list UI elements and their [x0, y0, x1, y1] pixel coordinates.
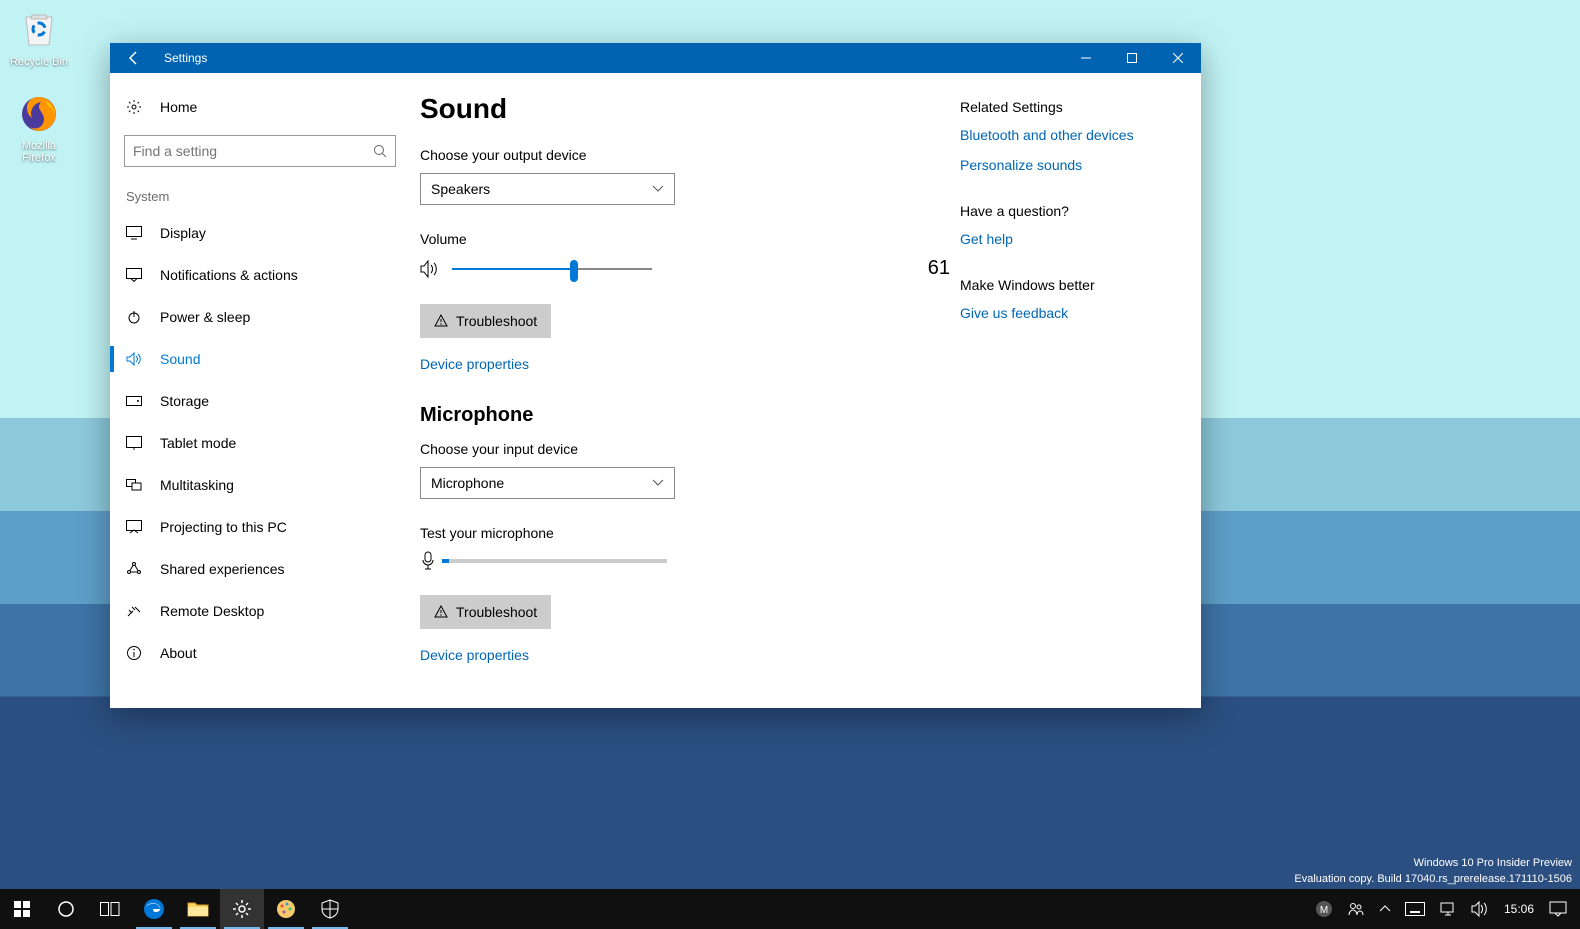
about-icon	[126, 645, 142, 661]
output-label: Choose your output device	[420, 147, 950, 163]
taskbar-paint[interactable]	[264, 889, 308, 929]
taskbar-edge[interactable]	[132, 889, 176, 929]
volume-slider[interactable]	[452, 268, 652, 270]
nav-tablet[interactable]: Tablet mode	[110, 422, 410, 464]
taskbar: M 15:06	[0, 889, 1580, 929]
home-button[interactable]: Home	[110, 87, 410, 127]
cortana-button[interactable]	[44, 889, 88, 929]
input-label: Choose your input device	[420, 441, 950, 457]
related-heading: Related Settings	[960, 99, 1201, 115]
feedback-link[interactable]: Give us feedback	[960, 305, 1201, 321]
settings-window: Settings Home System Display	[110, 43, 1201, 708]
chevron-down-icon	[652, 479, 664, 487]
microphone-icon	[420, 551, 436, 571]
desktop-icon-label: Recycle Bin	[10, 56, 68, 68]
start-button[interactable]	[0, 889, 44, 929]
nav-display[interactable]: Display	[110, 212, 410, 254]
show-desktop[interactable]	[1574, 889, 1580, 929]
taskbar-settings[interactable]	[220, 889, 264, 929]
tray-user[interactable]: M	[1308, 889, 1340, 929]
sound-icon	[126, 352, 142, 366]
search-icon	[373, 144, 387, 158]
tray-keyboard[interactable]	[1398, 889, 1432, 929]
warning-icon	[434, 314, 448, 328]
tray-clock[interactable]: 15:06	[1496, 889, 1542, 929]
projecting-icon	[126, 520, 142, 534]
storage-icon	[126, 396, 142, 406]
multitasking-icon	[126, 479, 142, 491]
nav-about[interactable]: About	[110, 632, 410, 674]
right-column: Related Settings Bluetooth and other dev…	[950, 93, 1201, 688]
nav-shared[interactable]: Shared experiences	[110, 548, 410, 590]
category-heading: System	[110, 181, 410, 212]
nav-multitasking[interactable]: Multitasking	[110, 464, 410, 506]
troubleshoot-output-button[interactable]: Troubleshoot	[420, 304, 551, 338]
power-icon	[126, 309, 142, 325]
sidebar: Home System Display Notifications & acti…	[110, 73, 410, 708]
home-label: Home	[160, 99, 197, 115]
nav-sound[interactable]: Sound	[110, 338, 410, 380]
speaker-icon[interactable]	[420, 260, 440, 278]
taskbar-explorer[interactable]	[176, 889, 220, 929]
nav-notifications[interactable]: Notifications & actions	[110, 254, 410, 296]
search-input[interactable]	[133, 143, 373, 159]
personalize-sounds-link[interactable]: Personalize sounds	[960, 157, 1201, 173]
chevron-down-icon	[652, 185, 664, 193]
notification-icon	[126, 268, 142, 282]
maximize-button[interactable]	[1109, 43, 1155, 73]
question-heading: Have a question?	[960, 203, 1201, 219]
display-icon	[126, 226, 142, 240]
shared-icon	[126, 561, 142, 577]
output-device-dropdown[interactable]: Speakers	[420, 173, 675, 205]
titlebar: Settings	[110, 43, 1201, 73]
tray-action-center[interactable]	[1542, 889, 1574, 929]
device-properties-output-link[interactable]: Device properties	[420, 356, 529, 372]
page-heading: Sound	[420, 93, 950, 125]
better-heading: Make Windows better	[960, 277, 1201, 293]
content-area: Sound Choose your output device Speakers…	[420, 93, 950, 688]
input-device-dropdown[interactable]: Microphone	[420, 467, 675, 499]
desktop-icon-firefox[interactable]: Mozilla Firefox	[4, 90, 74, 164]
nav-remote[interactable]: Remote Desktop	[110, 590, 410, 632]
task-view-button[interactable]	[88, 889, 132, 929]
watermark: Windows 10 Pro Insider Preview Evaluatio…	[1294, 856, 1572, 887]
nav-storage[interactable]: Storage	[110, 380, 410, 422]
close-button[interactable]	[1155, 43, 1201, 73]
volume-value: 61	[910, 257, 950, 280]
get-help-link[interactable]: Get help	[960, 231, 1201, 247]
firefox-icon	[15, 90, 63, 138]
tray-network[interactable]	[1432, 889, 1464, 929]
tray-chevron[interactable]	[1372, 889, 1398, 929]
back-button[interactable]	[110, 43, 158, 73]
window-title: Settings	[158, 51, 207, 65]
bluetooth-link[interactable]: Bluetooth and other devices	[960, 127, 1201, 143]
search-box[interactable]	[124, 135, 396, 167]
nav-projecting[interactable]: Projecting to this PC	[110, 506, 410, 548]
volume-label: Volume	[420, 231, 950, 247]
desktop-icon-label: Mozilla Firefox	[22, 140, 56, 164]
tray-volume[interactable]	[1464, 889, 1496, 929]
nav-power[interactable]: Power & sleep	[110, 296, 410, 338]
troubleshoot-input-button[interactable]: Troubleshoot	[420, 595, 551, 629]
tablet-icon	[126, 436, 142, 450]
taskbar-defender[interactable]	[308, 889, 352, 929]
device-properties-input-link[interactable]: Device properties	[420, 647, 529, 663]
svg-text:M: M	[1320, 905, 1328, 916]
mic-level-bar	[442, 559, 667, 563]
minimize-button[interactable]	[1063, 43, 1109, 73]
remote-icon	[126, 604, 142, 618]
warning-icon	[434, 605, 448, 619]
slider-thumb[interactable]	[570, 260, 578, 282]
gear-icon	[126, 99, 142, 115]
test-mic-label: Test your microphone	[420, 525, 950, 541]
tray-people[interactable]	[1340, 889, 1372, 929]
recycle-bin-icon	[15, 6, 63, 54]
microphone-heading: Microphone	[420, 404, 950, 427]
desktop-icon-recycle-bin[interactable]: Recycle Bin	[4, 6, 74, 68]
